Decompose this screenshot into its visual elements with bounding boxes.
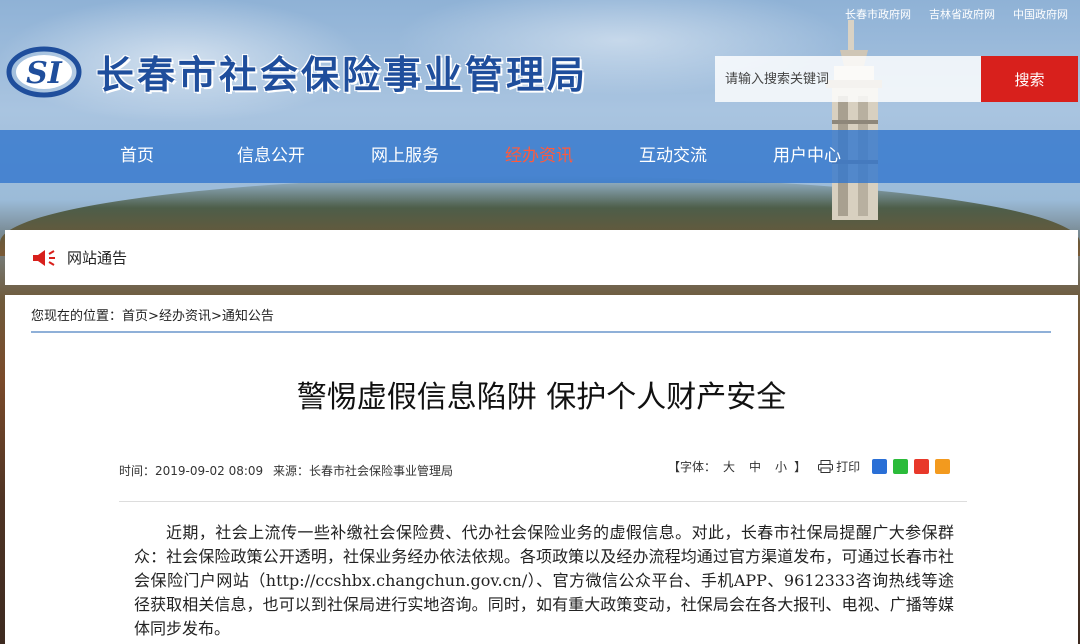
search-bar: 搜索 xyxy=(715,56,1078,102)
font-size-small[interactable]: 小 xyxy=(775,458,787,475)
printer-icon xyxy=(818,460,834,473)
print-button[interactable]: 打印 xyxy=(818,458,860,475)
font-size-label: 【字体： xyxy=(668,460,717,474)
tv-tower-image xyxy=(826,20,882,220)
print-label: 打印 xyxy=(836,460,861,474)
article-title: 警惕虚假信息陷阱 保护个人财产安全 xyxy=(296,380,787,415)
article-source: 长春市社会保险事业管理局 xyxy=(309,464,454,478)
article-meta: 时间：2019-09-02 08:09 来源：长春市社会保险事业管理局 xyxy=(119,462,459,479)
svg-text:SI: SI xyxy=(26,56,63,91)
site-notice-bar: 网站通告 xyxy=(5,230,1078,285)
font-size-large[interactable]: 大 xyxy=(723,458,735,475)
site-logo[interactable]: SI 长春市社会保险事业管理局 xyxy=(6,44,588,99)
search-button[interactable]: 搜索 xyxy=(981,56,1078,102)
nav-item-online-service[interactable]: 网上服务 xyxy=(371,130,439,183)
font-size-close: 】 xyxy=(794,460,807,474)
nav-item-user-center[interactable]: 用户中心 xyxy=(773,130,841,183)
breadcrumb-notices[interactable]: 通知公告 xyxy=(222,309,274,324)
notice-label: 网站通告 xyxy=(67,249,128,267)
meta-divider xyxy=(119,501,967,502)
breadcrumb-separator: > xyxy=(148,309,159,324)
wechat-icon[interactable] xyxy=(893,459,909,474)
breadcrumb: 您现在的位置：首页>经办资讯>通知公告 xyxy=(31,305,274,324)
top-link-jilin-gov[interactable]: 吉林省政府网 xyxy=(929,6,995,22)
top-link-changchun-gov[interactable]: 长春市政府网 xyxy=(845,6,911,22)
weibo-icon[interactable] xyxy=(914,459,930,474)
breadcrumb-service-news[interactable]: 经办资讯 xyxy=(159,309,211,324)
time-label: 时间： xyxy=(119,464,156,478)
publish-time: 2019-09-02 08:09 xyxy=(155,464,264,478)
nav-item-interaction[interactable]: 互动交流 xyxy=(639,130,707,183)
nav-item-service-news[interactable]: 经办资讯 xyxy=(505,130,573,183)
article-body: 近期，社会上流传一些补缴社会保险费、代办社会保险业务的虚假信息。对此，长春市社保… xyxy=(134,523,954,638)
main-nav: 首页 信息公开 网上服务 经办资讯 互动交流 用户中心 xyxy=(0,130,1080,183)
breadcrumb-separator: > xyxy=(210,309,222,324)
breadcrumb-home[interactable]: 首页 xyxy=(122,309,148,324)
speaker-icon xyxy=(33,249,55,266)
top-links: 长春市政府网 吉林省政府网 中国政府网 xyxy=(845,6,1068,22)
top-link-china-gov[interactable]: 中国政府网 xyxy=(1013,6,1068,22)
nav-item-info-disclosure[interactable]: 信息公开 xyxy=(237,130,305,183)
more-share-icon[interactable] xyxy=(935,459,951,474)
breadcrumb-divider xyxy=(31,331,1051,333)
font-size-medium[interactable]: 中 xyxy=(749,458,761,475)
article-tools: 【字体： 大 中 小 】 打印 xyxy=(668,458,956,475)
nav-item-home[interactable]: 首页 xyxy=(120,130,154,183)
si-emblem-icon: SI xyxy=(6,46,82,97)
search-input[interactable] xyxy=(715,56,981,102)
qq-icon[interactable] xyxy=(872,459,888,474)
site-title: 长春市社会保险事业管理局 xyxy=(96,52,589,97)
article-panel: 您现在的位置：首页>经办资讯>通知公告 警惕虚假信息陷阱 保护个人财产安全 时间… xyxy=(5,295,1078,644)
source-label: 来源： xyxy=(272,464,309,478)
breadcrumb-prefix: 您现在的位置： xyxy=(31,309,123,324)
